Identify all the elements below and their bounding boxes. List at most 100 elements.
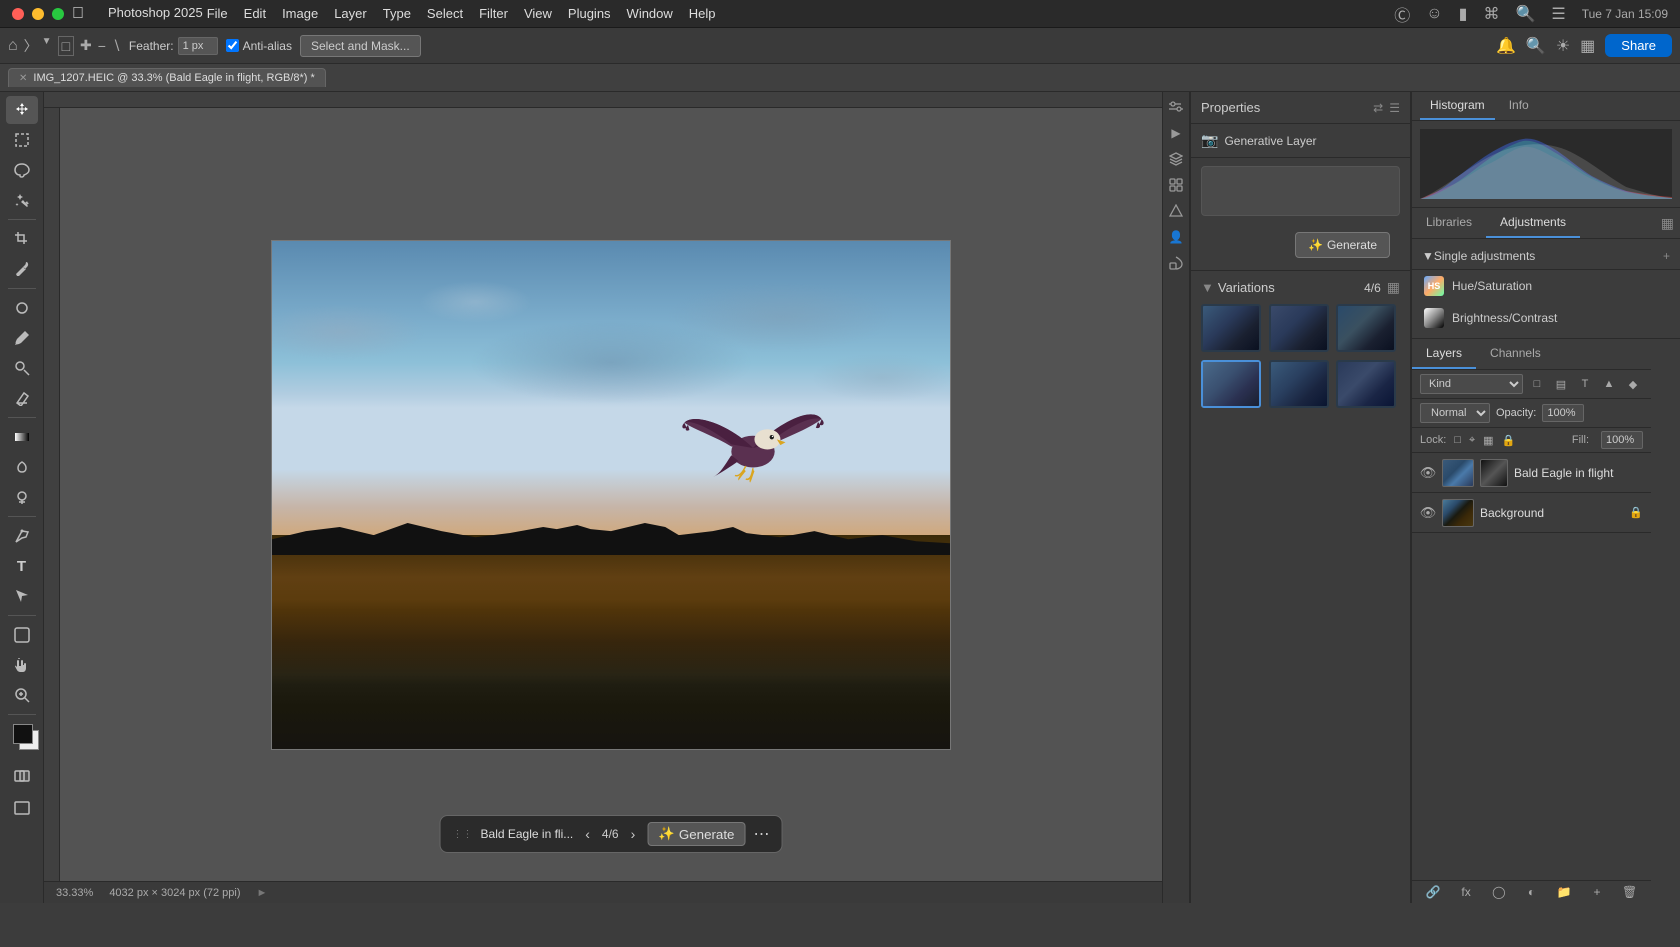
prompt-textarea[interactable] [1201,166,1400,216]
brush-tool[interactable] [6,324,38,352]
floating-grip-icon[interactable]: ⋮⋮ [453,829,473,840]
tab-info[interactable]: Info [1499,92,1539,120]
variation-thumb-4[interactable] [1201,360,1261,408]
create-group-icon[interactable]: 📁 [1551,885,1578,899]
hue-saturation-item[interactable]: HS Hue/Saturation [1412,270,1680,302]
filter-shape-icon[interactable]: ▲ [1599,374,1619,394]
rect-sel-icon[interactable]: □ [58,36,74,56]
clone-stamp-tool[interactable] [6,354,38,382]
expand-icon-prop[interactable]: ⇄ [1373,101,1383,115]
menu-view[interactable]: View [524,6,552,21]
grid-view-icon[interactable]: ▦ [1387,279,1400,296]
play-icon[interactable]: ▶ [1165,122,1187,144]
variation-thumb-5[interactable] [1269,360,1329,408]
filter-pixel-icon[interactable]: □ [1527,374,1547,394]
doc-tab-close-x[interactable]: ✕ [19,73,27,84]
menu-filter[interactable]: Filter [479,6,508,21]
tab-histogram[interactable]: Histogram [1420,92,1495,120]
info-panel-icon[interactable] [1165,200,1187,222]
expand-icon[interactable]: ▦ [1580,36,1595,56]
expand-status-icon[interactable]: ► [257,887,268,899]
dodge-tool[interactable] [6,483,38,511]
add-mask-icon[interactable]: ◯ [1485,885,1512,899]
fill-input[interactable] [1601,431,1643,449]
subtract-sel-icon[interactable]: − [98,38,106,54]
screen-mode-tool[interactable] [6,794,38,822]
pen-tool[interactable] [6,522,38,550]
tab-channels[interactable]: Channels [1476,339,1555,369]
lock-all-icon[interactable]: 🔒 [1502,434,1516,447]
variation-thumb-3[interactable] [1336,304,1396,352]
kind-filter-select[interactable]: Kind [1420,374,1523,394]
menu-help[interactable]: Help [689,6,716,21]
lock-position-icon[interactable]: ⌖ [1469,434,1475,447]
lock-pixel-icon[interactable]: □ [1454,434,1461,446]
move-tool[interactable] [6,96,38,124]
window-controls[interactable] [12,8,64,20]
lasso-chevron[interactable]: ▼ [42,36,52,56]
adjustments-panel-icon[interactable] [1165,96,1187,118]
blend-mode-select[interactable]: Normal [1420,403,1490,423]
variations-label[interactable]: ▼ Variations [1201,280,1275,295]
lock-artboard-icon[interactable]: ▦ [1483,434,1493,447]
control-center-icon[interactable]: ☰ [1551,4,1565,24]
filter-smart-icon[interactable]: ◆ [1623,374,1643,394]
anti-alias-checkbox[interactable] [226,39,239,52]
notification-icon[interactable]: 🔔 [1496,36,1516,56]
brightness-icon[interactable]: ☀ [1556,36,1570,56]
adj-grid-icon[interactable]: ▦ [1661,215,1674,232]
variation-thumb-1[interactable] [1201,304,1261,352]
add-sel-icon[interactable]: ✚ [80,37,92,54]
minimize-button[interactable] [32,8,44,20]
more-options-button[interactable]: ⋯ [753,824,769,844]
menu-type[interactable]: Type [383,6,411,21]
prev-variation-button[interactable]: ‹ [581,826,594,842]
layer-row-background[interactable]: 👁 Background 🔒 [1412,493,1651,533]
hand-tool[interactable] [6,651,38,679]
lasso-icon[interactable]: 〉 [24,36,38,56]
maximize-button[interactable] [52,8,64,20]
variations-collapse-icon[interactable]: ▼ [1201,280,1214,295]
layer-visibility-background[interactable]: 👁 [1420,505,1436,521]
brightness-contrast-item[interactable]: Brightness/Contrast [1412,302,1680,334]
share-button[interactable]: Share [1605,34,1672,57]
variation-thumb-2[interactable] [1269,304,1329,352]
layer-visibility-eagle[interactable]: 👁 [1420,465,1436,481]
opacity-input[interactable] [1542,404,1584,422]
menu-file[interactable]: File [207,6,228,21]
link-layers-icon[interactable]: 🔗 [1420,885,1447,899]
menu-select[interactable]: Select [427,6,463,21]
lasso-tool[interactable] [6,156,38,184]
path-selection-tool[interactable] [6,582,38,610]
tab-layers[interactable]: Layers [1412,339,1476,369]
next-variation-button[interactable]: › [627,826,640,842]
select-and-mask-button[interactable]: Select and Mask... [300,35,421,57]
filter-type-icon[interactable]: T [1575,374,1595,394]
eyedropper-tool[interactable] [6,255,38,283]
shape-tool[interactable] [6,621,38,649]
eraser-tool[interactable] [6,384,38,412]
menu-icon-prop[interactable]: ☰ [1389,101,1400,115]
swatches-icon[interactable] [1165,252,1187,274]
magic-wand-tool[interactable] [6,186,38,214]
menu-image[interactable]: Image [282,6,318,21]
add-adjustment-icon[interactable]: + [1663,249,1670,263]
floating-generate-button[interactable]: ✨ Generate [647,822,745,846]
single-adjustments-title[interactable]: ▼ Single adjustments + [1412,243,1680,270]
close-button[interactable] [12,8,24,20]
home-icon[interactable]: ⌂ [8,37,18,55]
add-fx-icon[interactable]: fx [1453,885,1480,899]
search-icon-options[interactable]: 🔍 [1526,36,1546,56]
generate-button[interactable]: ✨ Generate [1295,232,1390,258]
blur-tool[interactable] [6,453,38,481]
channels-panel-icon[interactable] [1165,174,1187,196]
layers-panel-icon[interactable] [1165,148,1187,170]
foreground-color-swatch[interactable] [13,724,33,744]
search-icon-titlebar[interactable]: 🔍 [1515,4,1535,24]
variation-thumb-6[interactable] [1336,360,1396,408]
menu-plugins[interactable]: Plugins [568,6,611,21]
color-swatches[interactable] [5,720,39,754]
intersect-sel-icon[interactable]: ∖ [112,37,121,54]
type-tool[interactable]: T [6,552,38,580]
zoom-tool[interactable] [6,681,38,709]
